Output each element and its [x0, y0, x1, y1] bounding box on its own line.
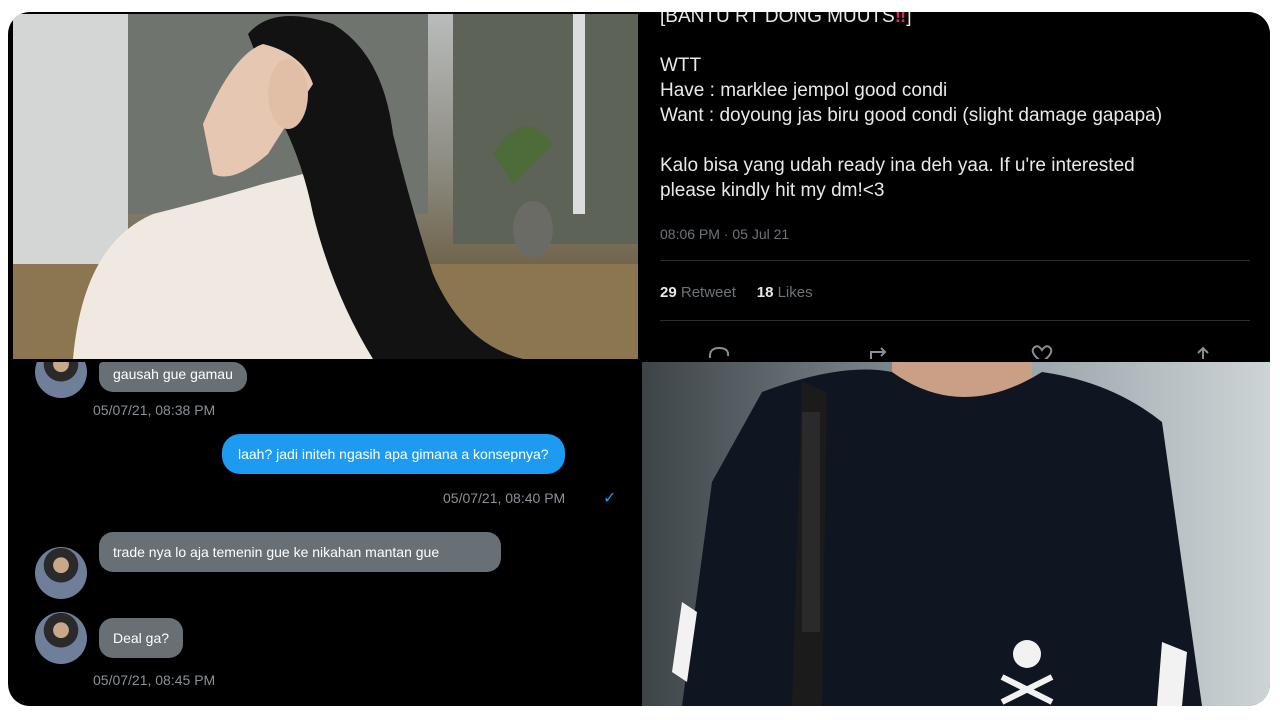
tweet-timestamp: 08:06 PM · 05 Jul 21 [660, 226, 790, 242]
reply-icon[interactable] [706, 344, 732, 359]
avatar[interactable] [35, 547, 87, 599]
avatar[interactable] [35, 362, 87, 398]
avatar[interactable] [35, 612, 87, 664]
divider [660, 260, 1250, 261]
message-timestamp: 05/07/21, 08:40 PM [443, 490, 566, 506]
share-icon[interactable] [1190, 344, 1216, 359]
message-timestamp: 05/07/21, 08:45 PM [93, 672, 216, 688]
photo-woman-long-hair [13, 14, 638, 359]
likes-count[interactable]: 18 [757, 284, 774, 301]
retweet-count[interactable]: 29 [660, 284, 677, 301]
retweet-label[interactable]: Retweet [681, 284, 736, 301]
read-check-icon: ✓ [603, 490, 617, 507]
message-bubble-received: trade nya lo aja temenin gue ke nikahan … [99, 532, 501, 572]
dm-conversation: gausah gue gamau 05/07/21, 08:38 PM laah… [13, 362, 643, 706]
man-photo-illustration [642, 362, 1270, 706]
divider [660, 320, 1250, 321]
tweet-stats: 29 Retweet 18 Likes [660, 284, 813, 301]
tweet-text-line: WTT [660, 55, 702, 76]
collage-frame: [BANTU RT DONG MUUTS‼] WTT Have : markle… [8, 12, 1270, 706]
woman-photo-illustration [13, 14, 638, 359]
photo-man-black-tshirt [642, 362, 1270, 706]
likes-label[interactable]: Likes [778, 284, 813, 301]
like-icon[interactable] [1029, 344, 1055, 359]
double-exclamation-icon: ‼ [894, 12, 907, 27]
tweet-text-line: Kalo bisa yang udah ready ina deh yaa. I… [660, 155, 1135, 176]
message-bubble-received: Deal ga? [99, 618, 184, 658]
retweet-icon[interactable] [866, 344, 892, 359]
tweet-text-line: please kindly hit my dm!<3 [660, 180, 885, 201]
tweet-panel: [BANTU RT DONG MUUTS‼] WTT Have : markle… [644, 12, 1270, 359]
message-bubble-sent: laah? jadi initeh ngasih apa gimana a ko… [222, 434, 565, 474]
message-timestamp: 05/07/21, 08:38 PM [93, 402, 216, 418]
tweet-text-line: Have : marklee jempol good condi [660, 80, 948, 101]
tweet-header-line: [BANTU RT DONG MUUTS‼] [660, 12, 911, 28]
message-bubble-received: gausah gue gamau [99, 362, 247, 392]
tweet-text-line: Want : doyoung jas biru good condi (slig… [660, 105, 1163, 126]
